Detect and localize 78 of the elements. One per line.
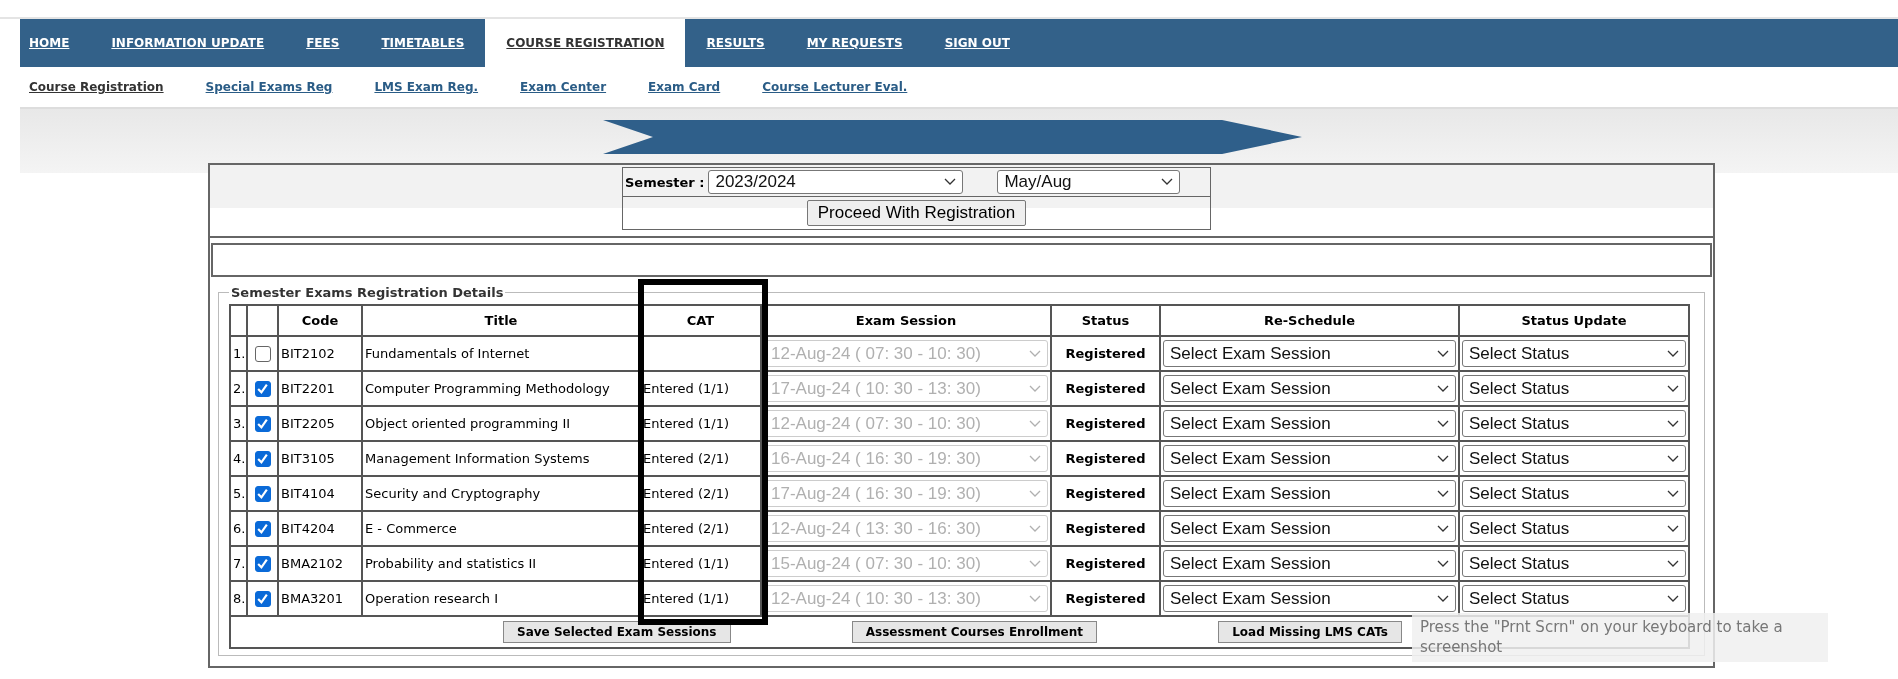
subnav-link[interactable]: Special Exams Reg	[205, 80, 333, 94]
chevron-icon	[1667, 454, 1679, 463]
row-number: 3.	[230, 406, 247, 441]
row-number: 7.	[230, 546, 247, 581]
chevron-icon	[1667, 489, 1679, 498]
subnav-link[interactable]: LMS Exam Reg.	[374, 80, 479, 94]
chevron-icon	[1437, 524, 1449, 533]
row-number: 5.	[230, 476, 247, 511]
year-select[interactable]: 2023/2024	[708, 170, 964, 194]
chevron-icon	[1437, 594, 1449, 603]
table-cell: BIT2102	[278, 336, 362, 371]
status-cell: Registered	[1051, 371, 1160, 406]
status-cell: Registered	[1051, 476, 1160, 511]
chevron-icon	[1437, 489, 1449, 498]
chevron-icon	[1029, 524, 1041, 533]
status-cell: Registered	[1051, 336, 1160, 371]
chevron-icon	[1667, 419, 1679, 428]
column-header: Status	[1051, 305, 1160, 336]
table-cell: BMA2102	[278, 546, 362, 581]
status-cell: Registered	[1051, 406, 1160, 441]
semester-label: Semester :	[625, 174, 705, 190]
chevron-icon	[1437, 454, 1449, 463]
chevron-icon	[1667, 524, 1679, 533]
chevron-icon	[1437, 559, 1449, 568]
nav-tab[interactable]: SIGN OUT	[923, 19, 1031, 67]
chevron-icon	[1029, 594, 1041, 603]
nav-tab[interactable]: TIMETABLES	[360, 19, 486, 67]
column-header: Re-Schedule	[1160, 305, 1459, 336]
nav-tab[interactable]: COURSE REGISTRATION	[485, 19, 686, 67]
chevron-icon	[1437, 349, 1449, 358]
table-cell: BMA3201	[278, 581, 362, 616]
status-cell: Registered	[1051, 581, 1160, 616]
chevron-icon	[1161, 178, 1174, 186]
chevron-icon	[1667, 384, 1679, 393]
nav-tab[interactable]: FEES	[285, 19, 361, 67]
table-cell: BIT4204	[278, 511, 362, 546]
term-select[interactable]: May/Aug	[997, 170, 1181, 194]
section-legend: Semester Exams Registration Details	[229, 285, 506, 300]
chevron-icon	[1437, 419, 1449, 428]
chevron-icon	[1029, 489, 1041, 498]
chevron-icon	[1667, 559, 1679, 568]
nav-tab[interactable]: INFORMATION UPDATE	[90, 19, 286, 67]
tooltip: Press the "Prnt Scrn" on your keyboard to take a screenshot	[1412, 613, 1828, 662]
nav-tab[interactable]: RESULTS	[685, 19, 786, 67]
action-button[interactable]: Load Missing LMS CATs	[1218, 621, 1402, 643]
row-number: 1.	[230, 336, 247, 371]
chevron-icon	[1029, 384, 1041, 393]
row-number: 8.	[230, 581, 247, 616]
table-cell: BIT2201	[278, 371, 362, 406]
proceed-button[interactable]: Proceed With Registration	[806, 200, 1027, 226]
chevron-icon	[1029, 454, 1041, 463]
row-number: 6.	[230, 511, 247, 546]
chevron-icon	[1029, 419, 1041, 428]
chevron-icon	[1667, 594, 1679, 603]
nav-tab[interactable]: MY REQUESTS	[785, 19, 924, 67]
subnav-link[interactable]: Course Registration	[29, 80, 164, 94]
subnav-link[interactable]: Exam Center	[520, 80, 607, 94]
action-button[interactable]: Assessment Courses Enrollment	[851, 621, 1097, 643]
column-header: Status Update	[1459, 305, 1689, 336]
status-cell: Registered	[1051, 441, 1160, 476]
column-header: Code	[278, 305, 362, 336]
subnav-link[interactable]: Course Lecturer Eval.	[762, 80, 908, 94]
status-cell: Registered	[1051, 546, 1160, 581]
table-cell: BIT3105	[278, 441, 362, 476]
row-number: 4.	[230, 441, 247, 476]
status-cell: Registered	[1051, 511, 1160, 546]
chevron-icon	[1029, 559, 1041, 568]
chevron-icon	[1029, 349, 1041, 358]
row-number: 2.	[230, 371, 247, 406]
chevron-icon	[944, 178, 957, 186]
chevron-icon	[1437, 384, 1449, 393]
action-button[interactable]: Save Selected Exam Sessions	[503, 621, 731, 643]
column-header: Title	[362, 305, 640, 336]
table-cell: BIT2205	[278, 406, 362, 441]
table-cell: BIT4104	[278, 476, 362, 511]
subnav-link[interactable]: Exam Card	[648, 80, 721, 94]
chevron-icon	[1667, 349, 1679, 358]
nav-tab[interactable]: HOME	[29, 19, 91, 67]
